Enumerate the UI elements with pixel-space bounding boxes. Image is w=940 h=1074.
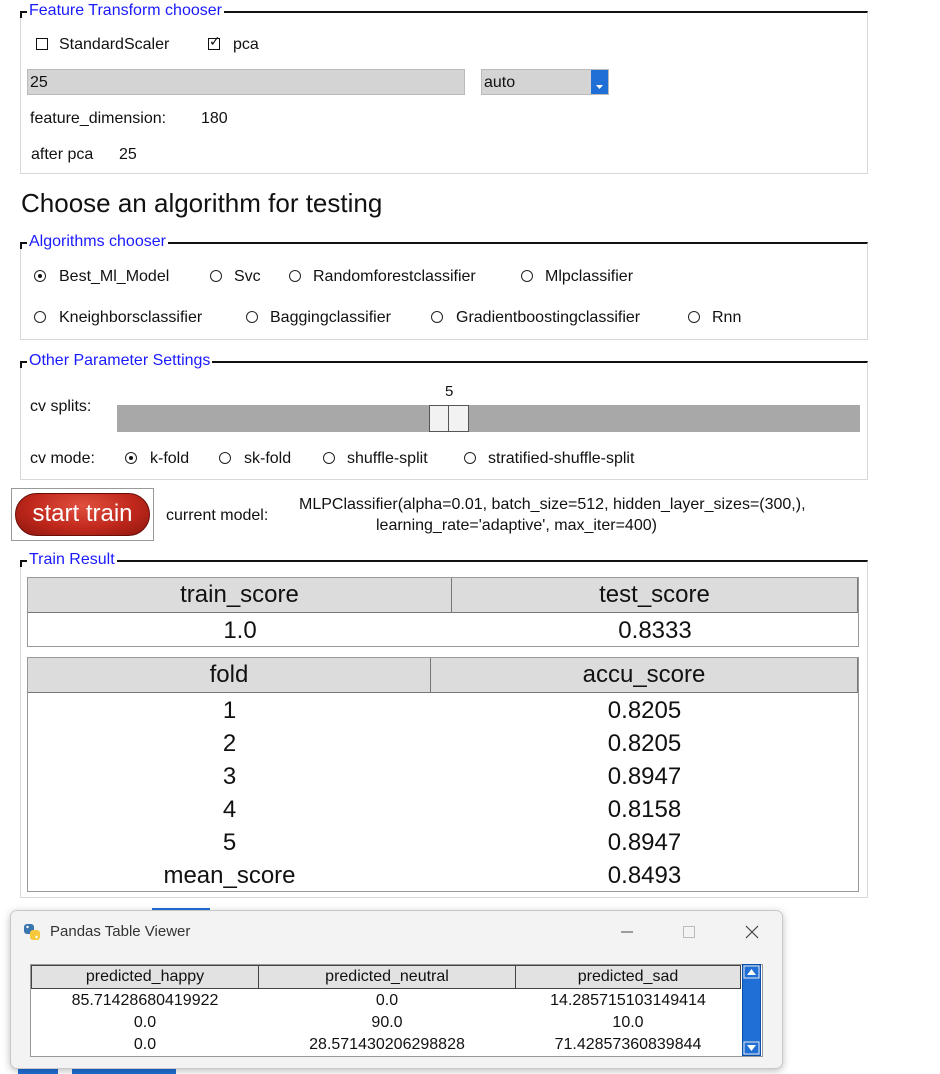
viewer-cell: 28.571430206298828 bbox=[309, 1036, 465, 1053]
feature-transform-legend: Feature Transform chooser bbox=[27, 2, 224, 20]
viewer-cell: 85.71428680419922 bbox=[71, 992, 219, 1009]
score-test-value: 0.8333 bbox=[618, 617, 692, 644]
after-pca-value: 25 bbox=[119, 146, 137, 163]
cv-splits-value: 5 bbox=[445, 383, 454, 400]
accu-score-cell: 0.8205 bbox=[607, 730, 682, 757]
radio-svc[interactable] bbox=[210, 270, 222, 282]
viewer-titlebar[interactable]: Pandas Table Viewer bbox=[11, 911, 782, 953]
radio-label-shuffle-split[interactable]: shuffle-split bbox=[347, 449, 428, 469]
after-pca-label: after pca bbox=[31, 146, 94, 163]
radio-randomforestclassifier[interactable] bbox=[289, 270, 301, 282]
radio-label-gradientboostingclassifier[interactable]: Gradientboostingclassifier bbox=[456, 308, 640, 328]
viewer-cell: 14.285715103149414 bbox=[550, 992, 706, 1009]
radio-stratified-shuffle-split[interactable] bbox=[464, 452, 476, 464]
standard-scaler-label[interactable]: StandardScaler bbox=[59, 35, 169, 55]
radio-label-rnn[interactable]: Rnn bbox=[712, 308, 741, 328]
current-model-label: current model: bbox=[166, 507, 269, 524]
fold-cell: 4 bbox=[222, 796, 237, 823]
other-parameters-legend: Other Parameter Settings bbox=[27, 352, 213, 370]
viewer-col-predicted-happy[interactable]: predicted_happy bbox=[31, 965, 259, 989]
radio-gradientboostingclassifier[interactable] bbox=[431, 311, 443, 323]
slider-grip bbox=[448, 406, 449, 431]
fold-cell: 1 bbox=[222, 697, 237, 724]
radio-label-best-ml-model[interactable]: Best_Ml_Model bbox=[59, 267, 169, 287]
score-header-train[interactable]: train_score bbox=[28, 578, 452, 613]
page-heading: Choose an algorithm for testing bbox=[21, 188, 383, 218]
group-corner bbox=[20, 361, 27, 368]
score-header-test[interactable]: test_score bbox=[452, 578, 858, 613]
viewer-cell: 10.0 bbox=[612, 1014, 644, 1031]
train-result-legend: Train Result bbox=[27, 551, 117, 569]
radio-label-randomforestclassifier[interactable]: Randomforestclassifier bbox=[313, 267, 476, 287]
pca-solver-select[interactable]: auto bbox=[481, 69, 609, 95]
close-icon[interactable] bbox=[744, 924, 760, 940]
viewer-cell: 0.0 bbox=[133, 1014, 157, 1031]
current-model-line1: MLPClassifier(alpha=0.01, batch_size=512… bbox=[299, 496, 806, 513]
radio-rnn[interactable] bbox=[688, 311, 700, 323]
fold-cell: mean_score bbox=[163, 862, 296, 889]
current-model-line2: learning_rate='adaptive', max_iter=400) bbox=[376, 517, 657, 534]
viewer-cell: 90.0 bbox=[371, 1014, 403, 1031]
accu-score-cell: 0.8158 bbox=[607, 796, 682, 823]
pca-components-input[interactable]: 25 bbox=[27, 69, 465, 95]
pca-components-value: 25 bbox=[30, 74, 48, 91]
viewer-scrollbar[interactable] bbox=[742, 964, 761, 1056]
feature-dimension-value: 180 bbox=[201, 110, 228, 127]
score-train-value: 1.0 bbox=[223, 617, 257, 644]
python-icon bbox=[24, 924, 40, 940]
cv-splits-slider-track[interactable] bbox=[117, 405, 860, 432]
radio-sk-fold[interactable] bbox=[219, 452, 231, 464]
pca-label[interactable]: pca bbox=[233, 35, 259, 55]
radio-label-svc[interactable]: Svc bbox=[234, 267, 261, 287]
cv-splits-slider-handle[interactable] bbox=[429, 405, 469, 432]
radio-label-k-fold[interactable]: k-fold bbox=[150, 449, 189, 469]
radio-label-kneighborsclassifier[interactable]: Kneighborsclassifier bbox=[59, 308, 202, 328]
radio-label-sk-fold[interactable]: sk-fold bbox=[244, 449, 291, 469]
fold-cell: 2 bbox=[222, 730, 237, 757]
radio-label-mlpclassifier[interactable]: Mlpclassifier bbox=[545, 267, 633, 287]
scroll-down-icon[interactable] bbox=[743, 1041, 760, 1055]
radio-best-ml-model[interactable] bbox=[34, 270, 46, 282]
cv-splits-label: cv splits: bbox=[30, 398, 92, 415]
feature-dimension-label: feature_dimension: bbox=[30, 110, 167, 127]
radio-k-fold[interactable] bbox=[125, 452, 137, 464]
radio-mlpclassifier[interactable] bbox=[521, 270, 533, 282]
fold-cell: 5 bbox=[222, 829, 237, 856]
standard-scaler-checkbox[interactable] bbox=[36, 38, 48, 50]
viewer-cell: 0.0 bbox=[133, 1036, 157, 1053]
pca-checkbox[interactable]: ✓ bbox=[208, 34, 221, 50]
viewer-col-predicted-sad[interactable]: predicted_sad bbox=[515, 965, 741, 989]
radio-label-baggingclassifier[interactable]: Baggingclassifier bbox=[270, 308, 391, 328]
maximize-icon[interactable] bbox=[681, 924, 697, 940]
viewer-title: Pandas Table Viewer bbox=[50, 923, 191, 940]
group-corner bbox=[20, 242, 27, 249]
fold-header[interactable]: fold bbox=[28, 658, 431, 693]
check-icon: ✓ bbox=[209, 34, 221, 50]
scroll-up-icon[interactable] bbox=[743, 965, 760, 979]
group-corner bbox=[20, 560, 27, 567]
accu-score-cell: 0.8493 bbox=[607, 862, 682, 889]
radio-shuffle-split[interactable] bbox=[323, 452, 335, 464]
radio-label-stratified-shuffle-split[interactable]: stratified-shuffle-split bbox=[488, 449, 634, 469]
accu-score-cell: 0.8947 bbox=[607, 829, 682, 856]
accu-score-header[interactable]: accu_score bbox=[431, 658, 858, 693]
radio-baggingclassifier[interactable] bbox=[246, 311, 258, 323]
accu-score-cell: 0.8205 bbox=[607, 697, 682, 724]
chevron-down-icon[interactable] bbox=[591, 70, 608, 94]
start-train-label: start train bbox=[32, 500, 133, 527]
fold-cell: 3 bbox=[222, 763, 237, 790]
minimize-icon[interactable] bbox=[619, 924, 635, 940]
start-train-button[interactable]: start train bbox=[15, 493, 150, 536]
viewer-col-predicted-neutral[interactable]: predicted_neutral bbox=[258, 965, 516, 989]
group-corner bbox=[20, 11, 27, 18]
cv-mode-label: cv mode: bbox=[30, 450, 95, 467]
algorithms-legend: Algorithms chooser bbox=[27, 233, 168, 251]
viewer-cell: 0.0 bbox=[375, 992, 399, 1009]
accu-score-cell: 0.8947 bbox=[607, 763, 682, 790]
viewer-cell: 71.42857360839844 bbox=[554, 1036, 702, 1053]
radio-kneighborsclassifier[interactable] bbox=[34, 311, 46, 323]
pca-solver-value: auto bbox=[484, 74, 516, 91]
